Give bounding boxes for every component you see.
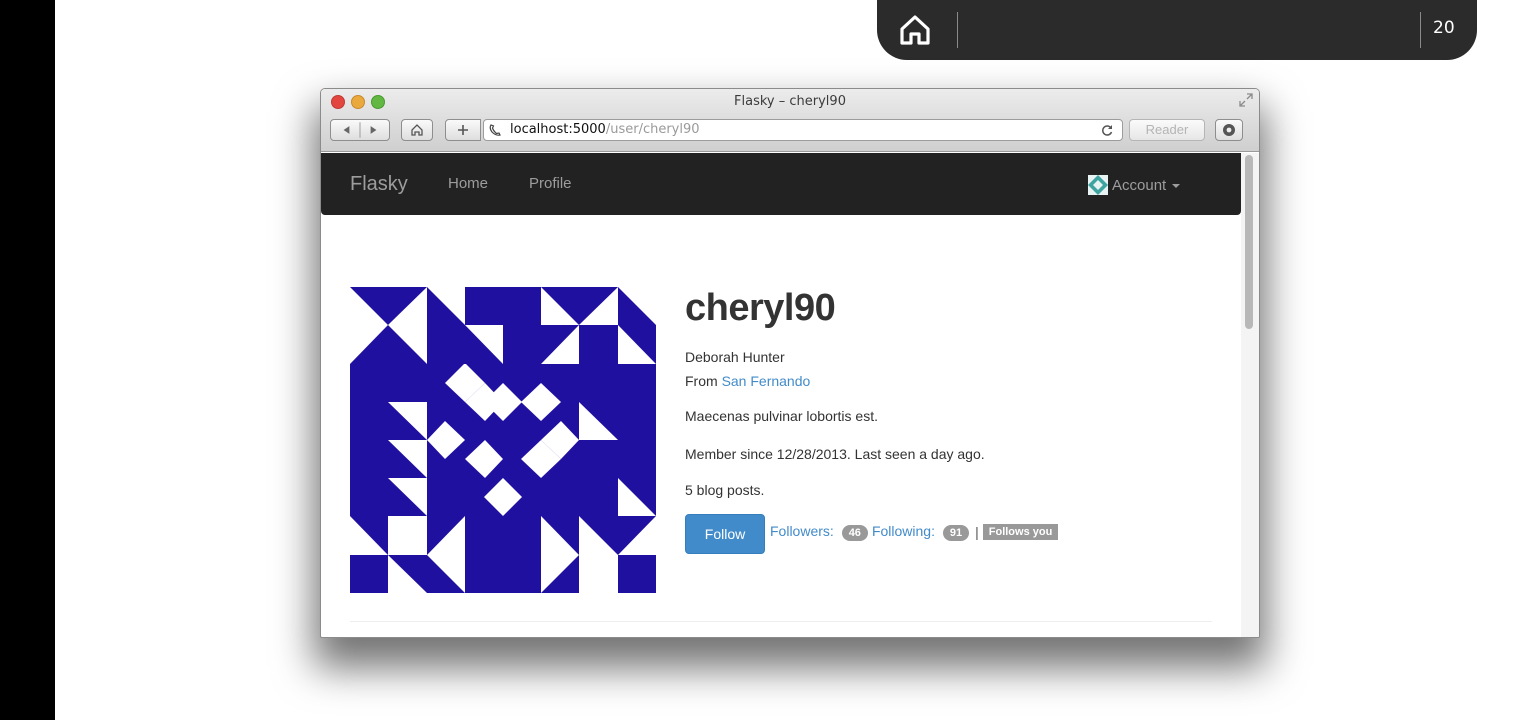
stats-separator: |: [975, 524, 979, 540]
reader-button[interactable]: Reader: [1129, 119, 1205, 141]
page-number: 20: [1433, 18, 1455, 38]
location-link[interactable]: San Fernando: [722, 373, 811, 389]
home-icon[interactable]: [897, 12, 933, 48]
account-avatar-icon: [1088, 175, 1108, 195]
add-tab-icon: [458, 125, 468, 135]
phone-icon: [489, 124, 501, 136]
following-count-badge: 91: [942, 525, 970, 541]
account-dropdown[interactable]: Account: [1088, 175, 1181, 195]
followers-label: Followers:: [770, 523, 834, 539]
browser-home-icon: [411, 124, 423, 136]
slide-control-bar: 20: [877, 0, 1477, 60]
back-forward-buttons[interactable]: [330, 119, 390, 141]
profile-full-name: Deborah Hunter: [685, 349, 785, 365]
add-tab-button[interactable]: [445, 119, 481, 141]
navbar-brand[interactable]: Flasky: [350, 173, 408, 196]
profile-username: cheryl90: [685, 287, 836, 329]
followers-count-badge: 46: [841, 525, 868, 541]
account-label: Account: [1112, 176, 1167, 194]
nav-link-home[interactable]: Home: [448, 175, 488, 192]
follow-button[interactable]: Follow: [685, 514, 765, 554]
downloads-button[interactable]: [1215, 119, 1243, 141]
follow-stats: Followers: 46 Following: 91 | Follows yo…: [770, 523, 1059, 541]
fullscreen-icon[interactable]: [1239, 93, 1253, 107]
caret-down-icon: [1172, 184, 1181, 188]
url-host: localhost:5000: [510, 122, 606, 137]
address-bar[interactable]: localhost:5000/user/cheryl90: [483, 119, 1123, 141]
back-arrow-icon[interactable]: [343, 126, 350, 134]
window-title: Flasky – cheryl90: [734, 94, 846, 109]
profile-post-count: 5 blog posts.: [685, 482, 765, 498]
browser-window: Flasky – cheryl90 localhost:5000/user/ch…: [320, 88, 1260, 638]
follows-you-label: Follows you: [982, 524, 1059, 540]
scrollbar-thumb[interactable]: [1245, 155, 1253, 329]
browser-home-button[interactable]: [401, 119, 433, 141]
left-black-bar: [0, 0, 55, 720]
following-link[interactable]: Following: 91: [872, 523, 973, 541]
download-icon: [1223, 124, 1235, 136]
followers-link[interactable]: Followers: 46: [770, 523, 872, 541]
browser-titlebar: Flasky – cheryl90 localhost:5000/user/ch…: [321, 89, 1259, 152]
profile-location: From San Fernando: [685, 373, 810, 389]
url-path: /user/cheryl90: [605, 122, 700, 137]
pill-divider-left: [957, 12, 958, 48]
site-navbar: Flasky Home Profile Account: [321, 153, 1241, 215]
following-label: Following:: [871, 523, 935, 539]
nav-link-profile[interactable]: Profile: [529, 175, 572, 192]
profile-avatar: [350, 287, 656, 593]
forward-arrow-icon[interactable]: [370, 126, 377, 134]
profile-member-info: Member since 12/28/2013. Last seen a day…: [685, 446, 985, 462]
pill-divider-right: [1420, 12, 1421, 48]
reload-icon[interactable]: [1100, 123, 1114, 137]
location-prefix: From: [685, 373, 718, 389]
profile-about: Maecenas pulvinar lobortis est.: [685, 408, 878, 424]
section-divider: [350, 621, 1212, 622]
